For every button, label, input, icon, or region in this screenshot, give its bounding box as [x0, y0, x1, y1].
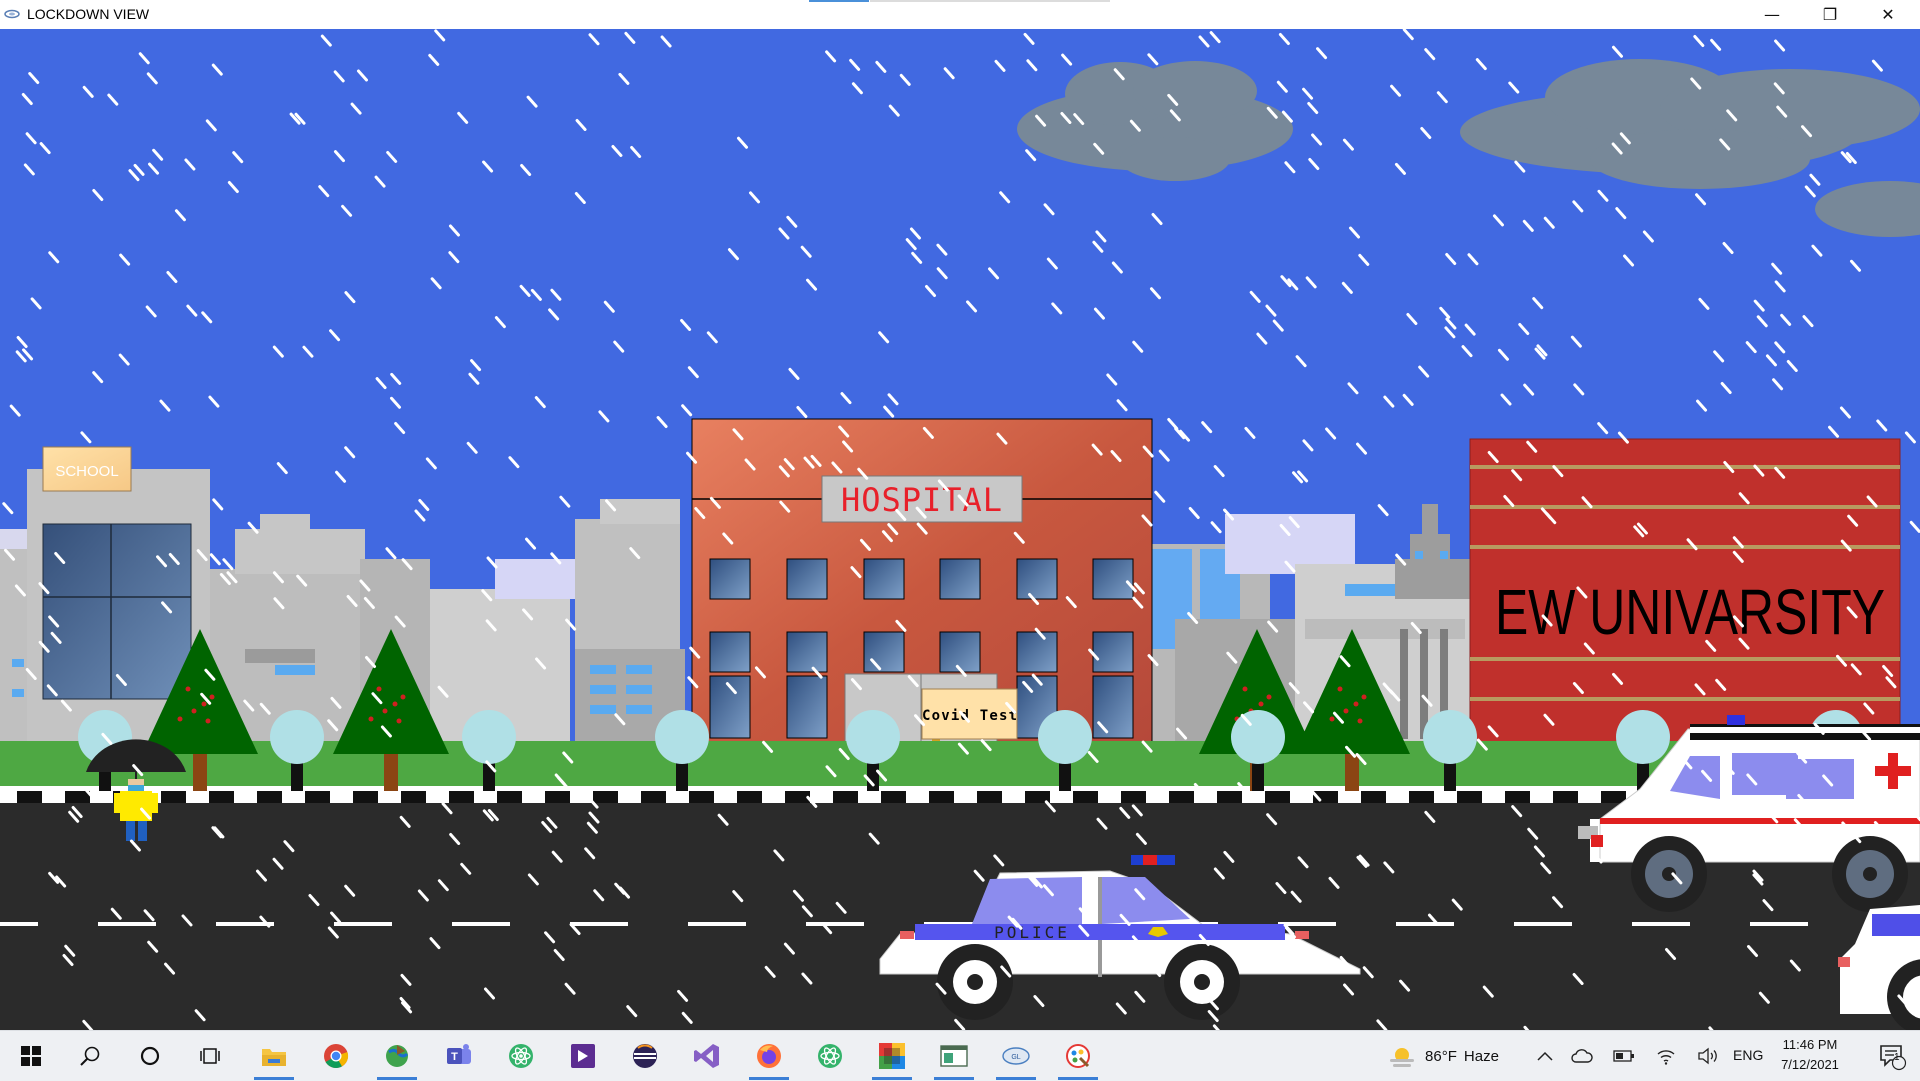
notification-icon	[1880, 1045, 1907, 1071]
speaker-icon	[1698, 1047, 1717, 1065]
hospital-window	[786, 631, 828, 673]
school-sign: SCHOOL	[55, 463, 118, 480]
weather-temp: 86°F	[1425, 1047, 1457, 1065]
hospital-window	[939, 558, 981, 600]
task-view-icon	[199, 1045, 221, 1067]
notification-count: 1	[1894, 1052, 1900, 1063]
language-indicator[interactable]: ENG	[1733, 1047, 1763, 1063]
window-title: LOCKDOWN VIEW	[27, 6, 150, 22]
title-accent	[809, 0, 869, 2]
taskbar-globe-app-button[interactable]	[371, 1031, 423, 1081]
action-center-button[interactable]: 1	[1866, 1031, 1918, 1081]
title-accent-secondary	[870, 0, 1110, 2]
university-sign: EW UNIVARSITY	[1495, 576, 1885, 648]
hospital-window	[786, 675, 828, 739]
close-icon: ✕	[1881, 5, 1895, 24]
hospital-window	[1016, 558, 1058, 600]
volume-button[interactable]	[1686, 1031, 1730, 1081]
taskbar-paint-app-button[interactable]	[1052, 1031, 1104, 1081]
taskbar-window-app-button[interactable]	[928, 1031, 980, 1081]
weather-widget[interactable]: 86°F Haze	[1378, 1031, 1508, 1081]
battery-icon	[1613, 1050, 1634, 1062]
windows-start-icon	[20, 1045, 42, 1067]
hospital-window	[1092, 558, 1134, 600]
taskbar-opengl-app-button[interactable]: GL	[990, 1031, 1042, 1081]
taskbar: T GL 86°F Haze ENG 11:46 PM 7/12/2021 1	[0, 1030, 1920, 1081]
svg-text:T: T	[451, 1051, 458, 1063]
taskbar-chrome-button[interactable]	[310, 1031, 362, 1081]
cloud-icon	[1571, 1049, 1593, 1063]
taskbar-cortana-button[interactable]	[124, 1031, 176, 1081]
weather-condition: Haze	[1463, 1047, 1499, 1065]
hospital-window	[709, 631, 751, 673]
media-app-icon	[570, 1043, 596, 1069]
clock-date: 7/12/2021	[1781, 1057, 1839, 1072]
taskbar-atom-green-button[interactable]	[804, 1031, 856, 1081]
window-app-icon	[940, 1044, 968, 1068]
hospital-window	[786, 558, 828, 600]
hospital-window	[709, 558, 751, 600]
taskbar-visual-studio-button[interactable]	[681, 1031, 733, 1081]
wifi-icon	[1657, 1050, 1675, 1065]
hospital-window	[863, 631, 905, 673]
search-icon	[79, 1045, 101, 1067]
taskbar-search-button[interactable]	[64, 1031, 116, 1081]
chevron-up-icon	[1537, 1051, 1553, 1061]
teams-icon: T	[445, 1043, 473, 1069]
hospital-window	[1092, 675, 1134, 739]
clock[interactable]: 11:46 PM 7/12/2021	[1760, 1035, 1860, 1075]
taskbar-firefox-button[interactable]	[743, 1031, 795, 1081]
atom-green-icon	[816, 1042, 844, 1070]
taskbar-teams-button[interactable]: T	[433, 1031, 485, 1081]
minimize-icon: —	[1764, 5, 1780, 24]
eclipse-icon	[631, 1042, 659, 1070]
battery-button[interactable]	[1602, 1031, 1646, 1081]
taskbar-file-explorer-button[interactable]	[248, 1031, 300, 1081]
maximize-button[interactable]: ❐	[1801, 0, 1859, 29]
restore-icon: ❐	[1822, 5, 1838, 24]
multicolor-app-icon	[878, 1042, 906, 1070]
file-explorer-icon	[260, 1044, 288, 1068]
app-icon	[4, 9, 20, 19]
paint-app-icon	[1064, 1042, 1092, 1070]
globe-app-icon	[383, 1042, 411, 1070]
opengl-app-icon: GL	[1001, 1045, 1031, 1067]
police-car-label: POLICE	[994, 923, 1070, 942]
onedrive-button[interactable]	[1560, 1031, 1604, 1081]
weather-haze-icon	[1390, 1048, 1415, 1067]
hospital-window	[863, 558, 905, 600]
hospital-window	[1092, 631, 1134, 673]
atom-icon	[507, 1042, 535, 1070]
svg-text:GL: GL	[1011, 1054, 1020, 1061]
chrome-icon	[323, 1043, 349, 1069]
taskbar-windows-start-button[interactable]	[5, 1031, 57, 1081]
hospital-window	[1016, 631, 1058, 673]
network-button[interactable]	[1644, 1031, 1688, 1081]
visual-studio-icon	[693, 1042, 721, 1070]
clock-time: 11:46 PM	[1782, 1037, 1838, 1052]
taskbar-media-app-button[interactable]	[557, 1031, 609, 1081]
taskbar-task-view-button[interactable]	[184, 1031, 236, 1081]
title-bar: LOCKDOWN VIEW — ❐ ✕	[0, 0, 1920, 30]
taskbar-multicolor-app-button[interactable]	[866, 1031, 918, 1081]
taskbar-eclipse-button[interactable]	[619, 1031, 671, 1081]
close-button[interactable]: ✕	[1859, 0, 1917, 29]
firefox-icon	[755, 1042, 783, 1070]
lockdown-scene: SCHOOL HOSPITAL Covid Test EW UNIVARSITY	[0, 29, 1920, 1030]
taskbar-atom-button[interactable]	[495, 1031, 547, 1081]
scene-canvas: SCHOOL HOSPITAL Covid Test EW UNIVARSITY	[0, 29, 1920, 1030]
cortana-icon	[139, 1045, 161, 1067]
minimize-button[interactable]: —	[1743, 0, 1801, 29]
hospital-window	[939, 631, 981, 673]
